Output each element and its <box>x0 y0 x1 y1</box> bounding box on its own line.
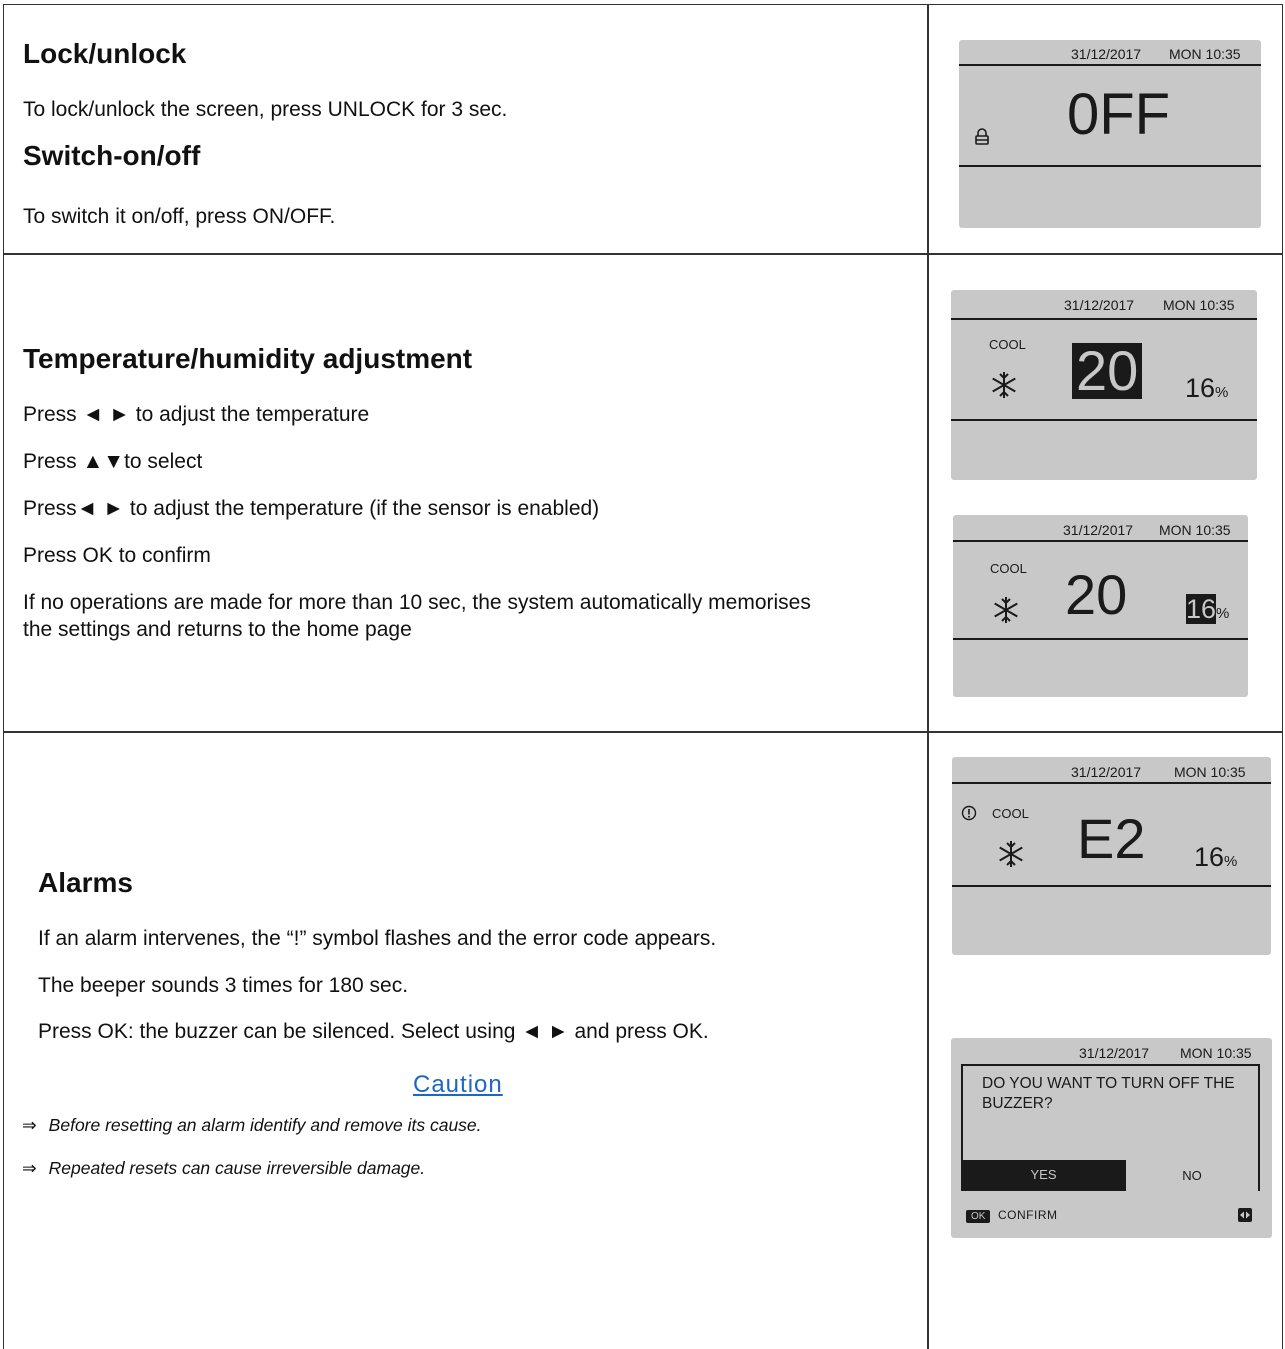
lcd-date: 31/12/2017 <box>1079 1045 1150 1061</box>
implies-arrow: ⇒ <box>22 1115 37 1135</box>
temp-line-1: Press ◄ ► to adjust the temperature <box>23 403 370 426</box>
humidity-value: 16% <box>1194 844 1237 871</box>
left-right-arrows-icon <box>1238 1208 1252 1227</box>
note-text: Before resetting an alarm identify and r… <box>48 1115 482 1135</box>
percent-sign: % <box>1216 605 1230 622</box>
snowflake-icon <box>989 370 1019 405</box>
percent-sign: % <box>1224 853 1238 870</box>
snowflake-icon <box>991 595 1021 630</box>
alarm-line-3: Press OK: the buzzer can be silenced. Se… <box>38 1020 709 1043</box>
lcd-top-bar <box>951 318 1257 320</box>
lcd-date: 31/12/2017 <box>1063 522 1134 538</box>
temp-title: Temperature/humidity adjustment <box>23 343 473 374</box>
ok-key-badge: OK <box>966 1210 991 1223</box>
alert-icon <box>961 805 977 826</box>
no-button[interactable]: NO <box>1124 1160 1258 1191</box>
mode-label: COOL <box>992 806 1029 821</box>
dialog-question: DO YOU WANT TO TURN OFF THE BUZZER? <box>982 1075 1235 1113</box>
lcd-bottom-bar <box>952 885 1271 887</box>
row-divider <box>3 731 1283 733</box>
dialog-box: DO YOU WANT TO TURN OFF THE BUZZER? YES … <box>961 1064 1260 1191</box>
lcd-bottom-bar <box>953 638 1248 640</box>
lcd-off-screen: 31/12/2017 MON 10:35 0FF <box>959 40 1261 228</box>
lcd-time: MON 10:35 <box>1163 297 1235 313</box>
humidity-number: 16 <box>1194 842 1225 872</box>
alarm-line-1: If an alarm intervenes, the “!” symbol f… <box>38 927 717 950</box>
lcd-alarm-screen: 31/12/2017 MON 10:35 COOL E2 16% <box>952 757 1271 955</box>
humidity-number: 16 <box>1185 373 1216 403</box>
switch-title: Switch-on/off <box>23 140 201 171</box>
lcd-time: MON 10:35 <box>1169 46 1241 62</box>
mode-label: COOL <box>989 337 1026 352</box>
lcd-top-bar <box>952 782 1271 784</box>
caution-heading: Caution <box>413 1071 503 1098</box>
lcd-top-bar <box>959 64 1261 66</box>
lock-title: Lock/unlock <box>23 38 187 69</box>
temperature-value: 20 <box>1065 563 1128 626</box>
column-divider <box>927 4 929 1349</box>
temp-line-3: Press◄ ► to adjust the temperature (if t… <box>23 497 600 520</box>
mode-label: COOL <box>990 561 1027 576</box>
humidity-selected: 16% <box>1186 594 1230 624</box>
lcd-time: MON 10:35 <box>1180 1045 1252 1061</box>
lcd-bottom-bar <box>951 419 1257 421</box>
caution-note-2: ⇒ Repeated resets can cause irreversible … <box>22 1158 425 1179</box>
confirm-label: CONFIRM <box>998 1208 1058 1222</box>
lcd-top-bar <box>953 540 1248 542</box>
lcd-humidity-screen: 31/12/2017 MON 10:35 COOL 20 16% <box>953 515 1248 697</box>
percent-sign: % <box>1215 384 1229 401</box>
error-code: E2 <box>1077 807 1146 870</box>
lcd-time: MON 10:35 <box>1159 522 1231 538</box>
off-text: 0FF <box>1067 82 1171 147</box>
lcd-buzzer-dialog: 31/12/2017 MON 10:35 DO YOU WANT TO TURN… <box>951 1038 1272 1238</box>
caution-note-1: ⇒ Before resetting an alarm identify and … <box>22 1115 482 1136</box>
lock-text: To lock/unlock the screen, press UNLOCK … <box>23 98 508 121</box>
temp-line-4: Press OK to confirm <box>23 544 211 567</box>
lcd-date: 31/12/2017 <box>1071 764 1142 780</box>
lcd-date: 31/12/2017 <box>1064 297 1135 313</box>
lcd-temp-screen: 31/12/2017 MON 10:35 COOL 20 16% <box>951 290 1257 480</box>
alarm-line-2: The beeper sounds 3 times for 180 sec. <box>38 974 409 997</box>
alarms-title: Alarms <box>38 867 133 898</box>
humidity-value: 16% <box>1185 375 1228 402</box>
temperature-selected: 20 <box>1072 343 1143 399</box>
temp-line-5: If no operations are made for more than … <box>23 591 811 642</box>
lcd-bottom-bar <box>959 165 1261 167</box>
temp-line-2: Press ▲▼to select <box>23 450 203 473</box>
lcd-date: 31/12/2017 <box>1071 46 1142 62</box>
yes-button[interactable]: YES <box>963 1160 1124 1191</box>
note-text: Repeated resets can cause irreversible d… <box>48 1158 426 1178</box>
snowflake-icon <box>996 839 1026 874</box>
switch-text: To switch it on/off, press ON/OFF. <box>23 205 336 228</box>
humidity-number: 16 <box>1186 594 1217 624</box>
lock-icon <box>974 128 990 151</box>
lcd-time: MON 10:35 <box>1174 764 1246 780</box>
implies-arrow: ⇒ <box>22 1158 37 1178</box>
row-divider <box>3 253 1283 255</box>
